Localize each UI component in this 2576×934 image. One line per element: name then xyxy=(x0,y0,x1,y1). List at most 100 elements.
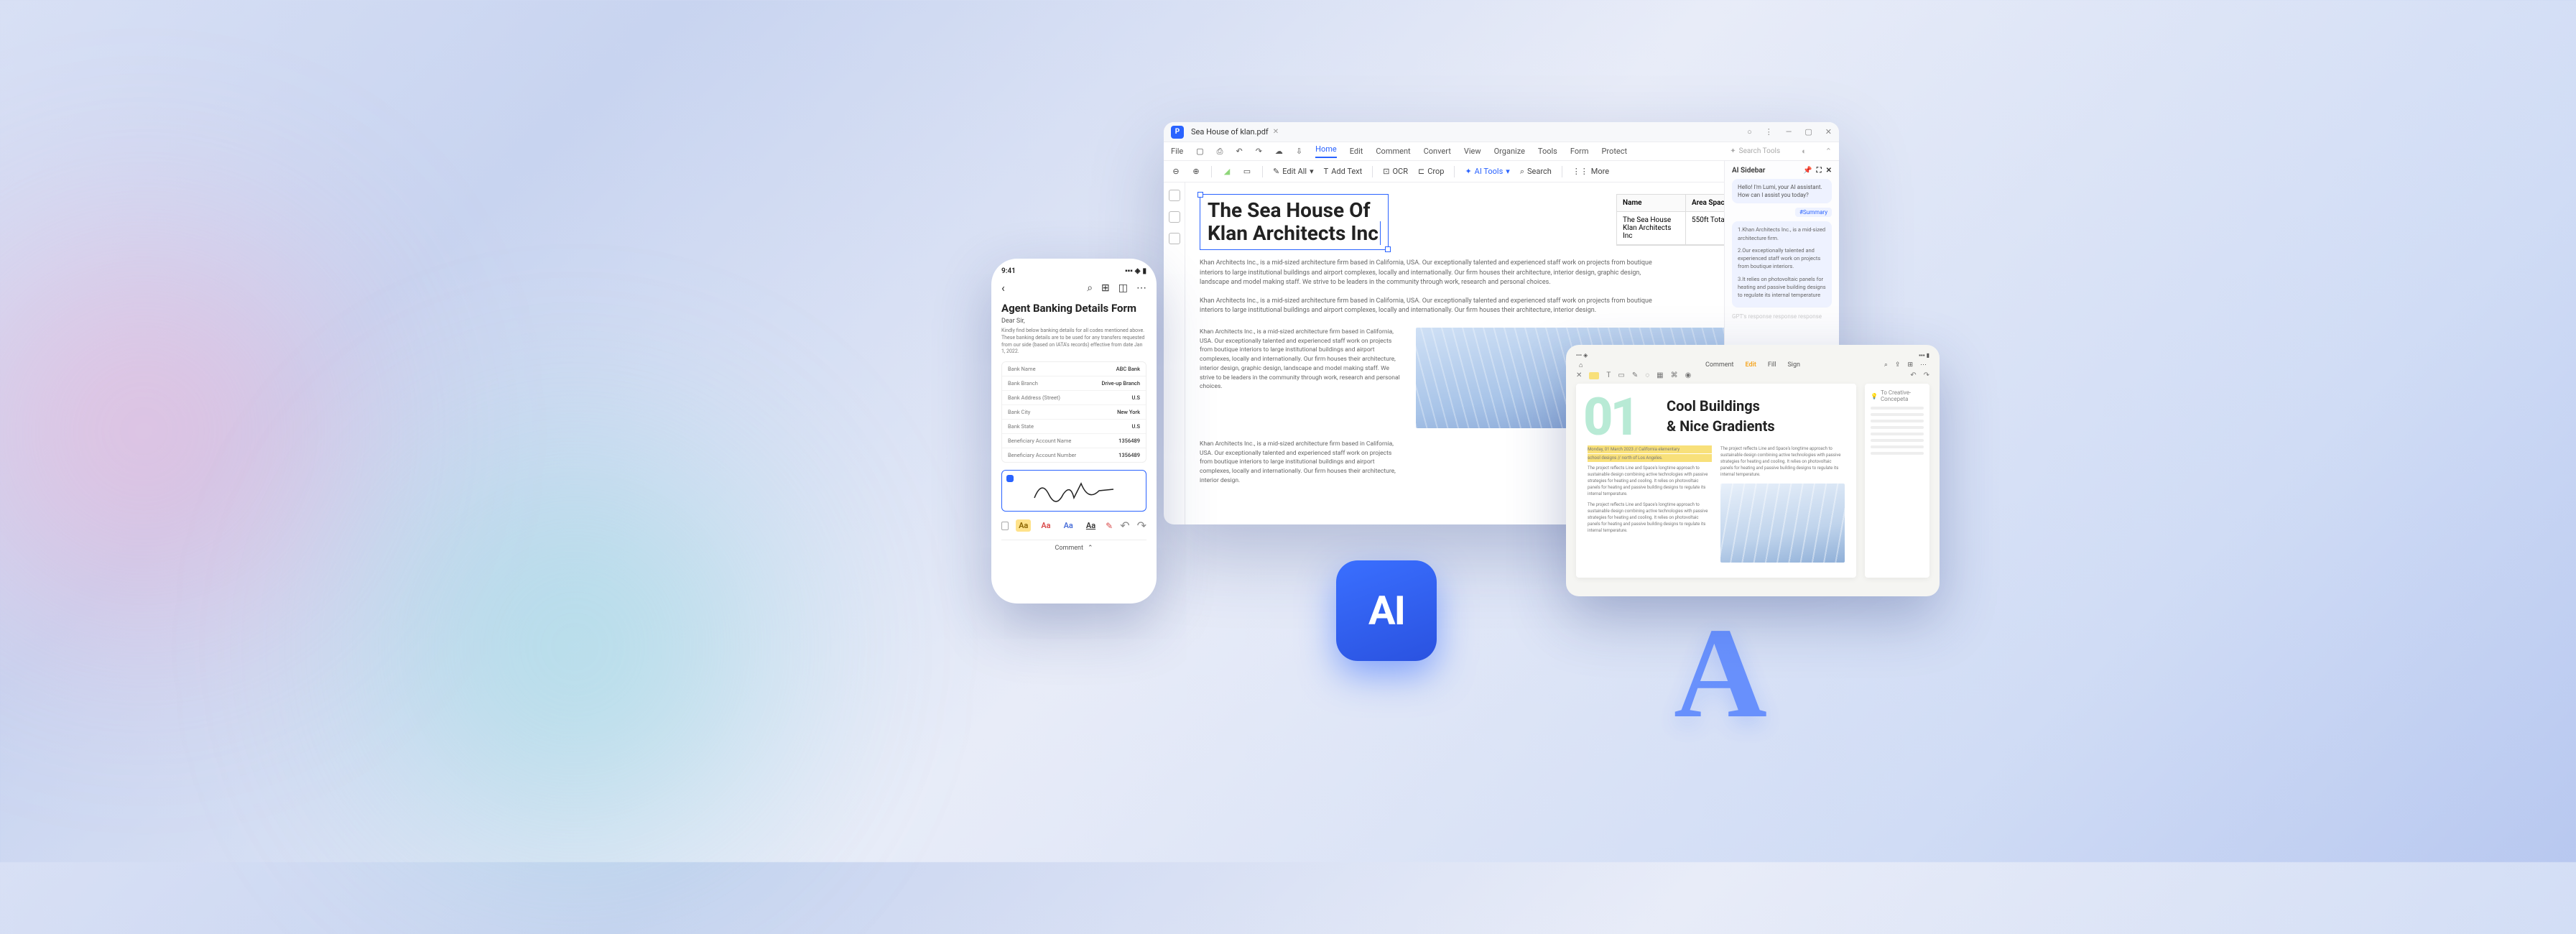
phone-device: 9:41 ▪▪▪ ◈ ▮ ‹ ⌕ ⊞ ◫ ⋯ Agent Banking Det… xyxy=(991,259,1157,604)
highlight-icon[interactable]: ◢ xyxy=(1222,167,1232,177)
summary-chip[interactable]: #Summary xyxy=(1795,208,1832,217)
pen-tool-icon[interactable]: ✎ xyxy=(1632,371,1638,379)
edit-all-button[interactable]: ✎Edit All▾ xyxy=(1273,167,1314,176)
search-icon[interactable]: ⌕ xyxy=(1884,361,1888,369)
menu-file[interactable]: File xyxy=(1171,147,1183,156)
back-icon[interactable]: ‹ xyxy=(1001,281,1005,295)
pen-icon[interactable]: ✎ xyxy=(1106,521,1113,531)
style-red[interactable]: Aa xyxy=(1038,519,1053,532)
shape-tool-icon[interactable]: ▭ xyxy=(1618,371,1624,379)
notification-icon[interactable]: ○ xyxy=(1747,127,1752,137)
field-row[interactable]: Beneficiary Account Name1356489 xyxy=(1002,434,1146,448)
collapse-icon[interactable]: ⌃ xyxy=(1825,147,1832,156)
style-yellow[interactable]: Aa xyxy=(1016,519,1031,532)
attachment-icon[interactable] xyxy=(1169,233,1180,244)
menu-convert[interactable]: Convert xyxy=(1424,147,1451,156)
placeholder-line xyxy=(1871,413,1924,416)
selected-title-block[interactable]: The Sea House Of Klan Architects Inc xyxy=(1200,194,1389,250)
search-tools[interactable]: ✦ Search Tools xyxy=(1730,147,1780,155)
home-icon[interactable]: ⌂ xyxy=(1579,361,1583,369)
ai-input-placeholder[interactable]: GPT's response response response xyxy=(1732,313,1832,320)
grid-icon[interactable]: ⊞ xyxy=(1101,282,1110,294)
style-underline[interactable]: Aa xyxy=(1083,519,1098,532)
zoom-in-icon[interactable]: ⊕ xyxy=(1191,167,1201,177)
tab-comment[interactable]: Comment xyxy=(1705,361,1733,369)
search-button[interactable]: ⌕Search xyxy=(1520,167,1552,177)
more-icon[interactable]: ⋯ xyxy=(1136,282,1146,294)
undo-icon[interactable]: ↶ xyxy=(1236,147,1242,156)
add-text-button[interactable]: TAdd Text xyxy=(1324,167,1363,176)
grid-icon[interactable]: ⊞ xyxy=(1907,361,1913,369)
more-icon[interactable]: ⋯ xyxy=(1920,361,1927,369)
tab-fill[interactable]: Fill xyxy=(1768,361,1776,369)
bookmark-icon[interactable]: ◫ xyxy=(1118,282,1128,294)
link-icon[interactable]: ⌘ xyxy=(1671,371,1678,379)
tablet-title-l2: & Nice Gradients xyxy=(1667,418,1845,434)
thumbnail-icon[interactable] xyxy=(1169,190,1180,201)
eraser-icon[interactable]: ◌ xyxy=(1645,371,1649,379)
close-panel-icon[interactable]: ✕ xyxy=(1826,167,1832,175)
th-name: Name xyxy=(1617,195,1686,212)
maximize-icon[interactable]: ▢ xyxy=(1804,127,1812,137)
minimize-icon[interactable]: — xyxy=(1786,127,1792,137)
field-row[interactable]: Bank CityNew York xyxy=(1002,405,1146,420)
menu-form[interactable]: Form xyxy=(1570,147,1589,156)
menu-organize[interactable]: Organize xyxy=(1494,147,1525,156)
redo-icon[interactable]: ↷ xyxy=(1924,371,1929,379)
signature-field[interactable] xyxy=(1001,470,1146,512)
redo-icon[interactable]: ↷ xyxy=(1137,519,1146,532)
image-icon[interactable]: ▦ xyxy=(1657,371,1663,379)
document-tab[interactable]: Sea House of klan.pdf ✕ xyxy=(1191,127,1279,137)
ocr-button[interactable]: ⊡OCR xyxy=(1383,167,1408,176)
tab-edit[interactable]: Edit xyxy=(1745,361,1756,369)
sparkle-icon: ✦ xyxy=(1730,147,1736,155)
menu-tools[interactable]: Tools xyxy=(1538,147,1557,156)
menu-edit[interactable]: Edit xyxy=(1350,147,1363,156)
stamp-icon[interactable]: ◉ xyxy=(1685,371,1692,379)
status-right: ▪▪▪ ▮ xyxy=(1919,352,1929,359)
share-icon[interactable]: ⇪ xyxy=(1895,361,1901,369)
ai-tools-button[interactable]: ✦AI Tools▾ xyxy=(1465,167,1509,176)
pin-icon[interactable]: 📌 xyxy=(1803,167,1812,175)
close-icon[interactable]: ✕ xyxy=(1576,371,1582,379)
style-blue[interactable]: Aa xyxy=(1061,519,1076,532)
field-row[interactable]: Bank Address (Street)U.S xyxy=(1002,391,1146,405)
status-time: 9:41 xyxy=(1001,267,1016,275)
zoom-out-icon[interactable]: ⊖ xyxy=(1171,167,1181,177)
field-row[interactable]: Bank StateU.S xyxy=(1002,420,1146,434)
text-tool-icon[interactable]: T xyxy=(1606,371,1611,379)
shape-icon[interactable]: ▭ xyxy=(1242,167,1252,177)
expand-icon[interactable]: ⛶ xyxy=(1817,167,1822,175)
menu-comment[interactable]: Comment xyxy=(1376,147,1410,156)
cloud-icon[interactable]: ☁ xyxy=(1275,147,1283,156)
tablet-side-panel: 💡To Creative-Concepeta xyxy=(1865,384,1929,578)
tab-sign[interactable]: Sign xyxy=(1787,361,1800,369)
appearance-icon[interactable]: ◐ xyxy=(1802,147,1807,156)
undo-icon[interactable]: ↶ xyxy=(1120,519,1129,532)
menu-view[interactable]: View xyxy=(1464,147,1481,156)
close-tab-icon[interactable]: ✕ xyxy=(1273,128,1279,136)
ai-icon: ✦ xyxy=(1465,167,1471,176)
more-button[interactable]: ⋮⋮More xyxy=(1572,167,1609,176)
ai-sidebar-header: AI Sidebar 📌 ⛶ ✕ xyxy=(1732,167,1832,175)
menu-protect[interactable]: Protect xyxy=(1601,147,1627,156)
field-row[interactable]: Beneficiary Account Number1356489 xyxy=(1002,448,1146,462)
search-icon[interactable]: ⌕ xyxy=(1087,282,1093,294)
field-row[interactable]: Bank NameABC Bank xyxy=(1002,362,1146,376)
highlight-yellow-icon[interactable] xyxy=(1589,372,1599,379)
checkbox-icon[interactable] xyxy=(1001,522,1009,530)
crop-button[interactable]: ⊏Crop xyxy=(1418,167,1444,176)
undo-icon[interactable]: ↶ xyxy=(1910,371,1916,379)
pin-icon[interactable]: ⇩ xyxy=(1296,147,1302,156)
menu-home[interactable]: Home xyxy=(1315,144,1337,158)
open-icon[interactable]: ▢ xyxy=(1196,147,1203,156)
tablet-page[interactable]: 01 Cool Buildings & Nice Gradients Monda… xyxy=(1576,384,1856,578)
save-icon[interactable]: ⎙ xyxy=(1217,147,1223,157)
bookmark-icon[interactable] xyxy=(1169,211,1180,223)
summary-item-2: 2.Our exceptionally talented and experie… xyxy=(1738,246,1826,271)
comment-bar[interactable]: Comment ⌃ xyxy=(1001,540,1146,556)
redo-icon[interactable]: ↷ xyxy=(1256,147,1262,156)
close-icon[interactable]: ✕ xyxy=(1825,127,1832,137)
field-row[interactable]: Bank BranchDrive-up Branch xyxy=(1002,376,1146,391)
kebab-icon[interactable]: ⋮ xyxy=(1765,127,1773,137)
